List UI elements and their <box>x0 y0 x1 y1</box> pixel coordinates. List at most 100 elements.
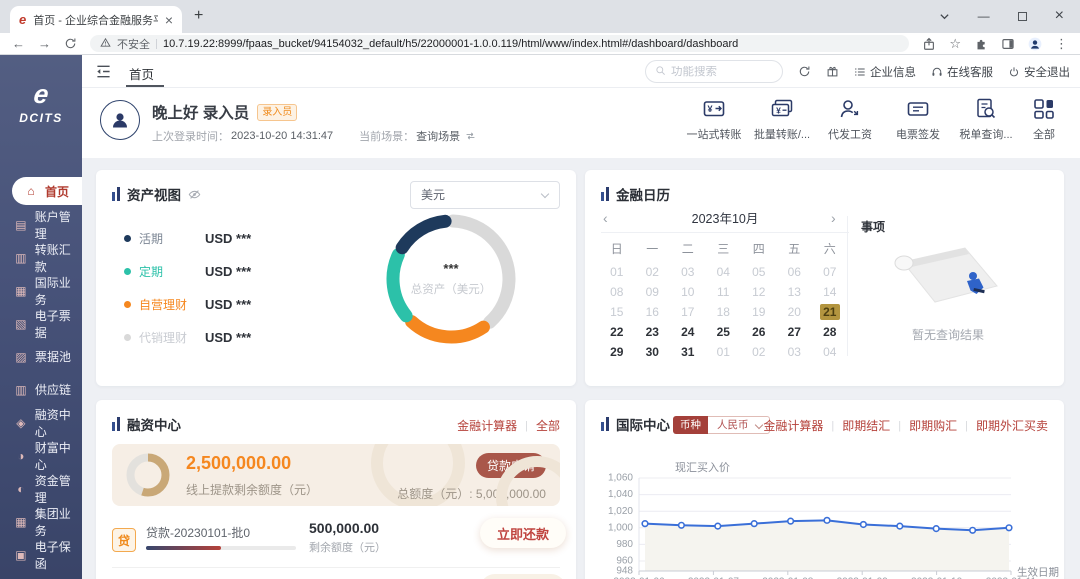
calendar-day[interactable]: 23 <box>635 322 671 342</box>
calendar-day[interactable]: 06 <box>777 262 813 282</box>
calendar-day[interactable]: 18 <box>706 302 742 322</box>
eye-off-icon[interactable] <box>188 188 201 201</box>
intl-link-spot-purchase[interactable]: 即期购汇 <box>909 417 957 434</box>
calendar-day-today[interactable]: 21 <box>812 302 848 322</box>
calendar-day[interactable]: 04 <box>706 262 742 282</box>
open-page-tab[interactable]: 首页 <box>129 64 154 83</box>
calendar-day[interactable]: 15 <box>599 302 635 322</box>
topbar-action-label: 在线客服 <box>947 64 993 80</box>
calendar-day[interactable]: 07 <box>812 262 848 282</box>
welcome-banner: 晚上好 录入员 录入员 上次登录时间： 2023-10-20 14:31:47 … <box>82 88 1080 158</box>
asset-card-title: 资产视图 <box>127 184 181 204</box>
calendar-day[interactable]: 17 <box>670 302 706 322</box>
currency-type-select[interactable]: 币种 人民币 <box>673 416 770 434</box>
next-month-icon[interactable]: › <box>831 211 847 225</box>
loan-apply-button[interactable]: 贷款申请 <box>476 453 546 478</box>
calendar-day[interactable]: 14 <box>812 282 848 302</box>
calendar-day[interactable]: 12 <box>741 282 777 302</box>
sidebar-item-international[interactable]: ▦国际业务 <box>0 274 82 307</box>
function-search-box[interactable] <box>645 60 783 83</box>
profile-avatar[interactable] <box>1028 37 1042 51</box>
calendar-day[interactable]: 01 <box>599 262 635 282</box>
sidebar-item-transfer[interactable]: ▥转账汇款 <box>0 241 82 274</box>
calendar-day[interactable]: 22 <box>599 322 635 342</box>
calendar-day[interactable]: 08 <box>599 282 635 302</box>
forward-icon[interactable]: → <box>38 37 51 50</box>
calendar-day[interactable]: 31 <box>670 342 706 362</box>
reload-icon[interactable] <box>64 37 77 50</box>
calendar-day[interactable]: 26 <box>741 322 777 342</box>
calendar-day[interactable]: 04 <box>812 342 848 362</box>
intl-card-title: 国际中心 <box>616 414 670 434</box>
bookmark-star-icon[interactable]: ☆ <box>949 37 961 50</box>
minimize-icon[interactable]: — <box>978 9 990 23</box>
calendar-day[interactable]: 02 <box>741 342 777 362</box>
sidebar-item-supply-chain[interactable]: ▥供应链 <box>0 373 82 406</box>
close-window-icon[interactable]: × <box>1055 8 1064 24</box>
intl-link-spot-fx-trade[interactable]: 即期外汇买卖 <box>976 417 1048 434</box>
address-bar[interactable]: 不安全 10.7.19.22:8999/fpaas_bucket/9415403… <box>90 35 909 52</box>
quick-action-tax-query[interactable]: 税单查询... <box>952 97 1020 142</box>
intl-link-spot-settlement[interactable]: 即期结汇 <box>842 417 890 434</box>
browser-tab[interactable]: e 首页 - 企业综合金融服务平台 × <box>10 6 182 33</box>
calendar-day[interactable]: 10 <box>670 282 706 302</box>
share-icon[interactable] <box>922 37 936 51</box>
extensions-puzzle-icon[interactable] <box>974 37 988 51</box>
intl-link-finance-calculator[interactable]: 金融计算器 <box>763 417 823 434</box>
calendar-day[interactable]: 03 <box>777 342 813 362</box>
new-tab-button[interactable]: + <box>194 7 203 25</box>
calendar-day[interactable]: 03 <box>670 262 706 282</box>
calendar-day[interactable]: 01 <box>706 342 742 362</box>
restore-icon[interactable] <box>1018 12 1027 21</box>
quick-action-e-bill-issue[interactable]: 电票签发 <box>884 97 952 142</box>
quick-action-batch-transfer[interactable]: ¥批量转账/... <box>748 97 816 142</box>
collapse-menu-icon[interactable] <box>95 64 112 79</box>
quick-action-label: 电票签发 <box>896 126 940 142</box>
quick-action-one-stop-transfer[interactable]: ¥一站式转账 <box>680 97 748 142</box>
repay-now-button-partial[interactable]: 立即还款 <box>480 574 566 579</box>
gift-icon[interactable] <box>826 65 839 78</box>
sidebar-item-e-bill[interactable]: ▧电子票据 <box>0 307 82 340</box>
calendar-day[interactable]: 13 <box>777 282 813 302</box>
calendar-day[interactable]: 28 <box>812 322 848 342</box>
topbar-action-logout[interactable]: 安全退出 <box>1008 64 1070 80</box>
side-panel-icon[interactable] <box>1001 37 1015 51</box>
sidebar-item-financing[interactable]: ◈融资中心 <box>0 406 82 439</box>
calendar-day[interactable]: 29 <box>599 342 635 362</box>
sidebar-item-bill-pool[interactable]: ▨票据池 <box>0 340 82 373</box>
calendar-day[interactable]: 02 <box>635 262 671 282</box>
calendar-day[interactable]: 27 <box>777 322 813 342</box>
financing-link-all[interactable]: 全部 <box>536 417 560 434</box>
sidebar-item-account-mgmt[interactable]: ▤账户管理 <box>0 208 82 241</box>
divider: | <box>898 420 901 432</box>
browser-menu-icon[interactable]: ⋮ <box>1055 37 1068 50</box>
repay-now-button[interactable]: 立即还款 <box>480 518 566 548</box>
calendar-day[interactable]: 24 <box>670 322 706 342</box>
tab-close-icon[interactable]: × <box>165 13 173 27</box>
quick-action-all-apps[interactable]: 全部 <box>1020 97 1068 142</box>
calendar-day[interactable]: 30 <box>635 342 671 362</box>
back-icon[interactable]: ← <box>12 37 25 50</box>
sidebar-item-group[interactable]: ▦集团业务 <box>0 505 82 538</box>
calendar-day[interactable]: 11 <box>706 282 742 302</box>
calendar-day[interactable]: 25 <box>706 322 742 342</box>
calendar-day[interactable]: 20 <box>777 302 813 322</box>
switch-scene-icon[interactable] <box>465 131 476 141</box>
calendar-day[interactable]: 05 <box>741 262 777 282</box>
calendar-day[interactable]: 16 <box>635 302 671 322</box>
financing-link-finance-calculator[interactable]: 金融计算器 <box>457 417 517 434</box>
sidebar-item-funds[interactable]: ◐资金管理 <box>0 472 82 505</box>
topbar-action-online-service[interactable]: 在线客服 <box>931 64 993 80</box>
topbar-action-company-info[interactable]: 企业信息 <box>854 64 916 80</box>
search-input[interactable] <box>671 66 773 78</box>
calendar-day[interactable]: 19 <box>741 302 777 322</box>
quick-action-payroll[interactable]: 代发工资 <box>816 97 884 142</box>
sidebar-item-home[interactable]: ⌂首页 <box>12 177 82 205</box>
calendar-day[interactable]: 09 <box>635 282 671 302</box>
tab-search-icon[interactable] <box>939 11 950 22</box>
currency-select[interactable]: 美元 <box>410 181 560 209</box>
sidebar-item-e-guarantee[interactable]: ▣电子保函 <box>0 538 82 571</box>
sidebar-item-wealth[interactable]: ◑财富中心 <box>0 439 82 472</box>
refresh-icon[interactable] <box>798 65 811 78</box>
prev-month-icon[interactable]: ‹ <box>603 211 619 225</box>
